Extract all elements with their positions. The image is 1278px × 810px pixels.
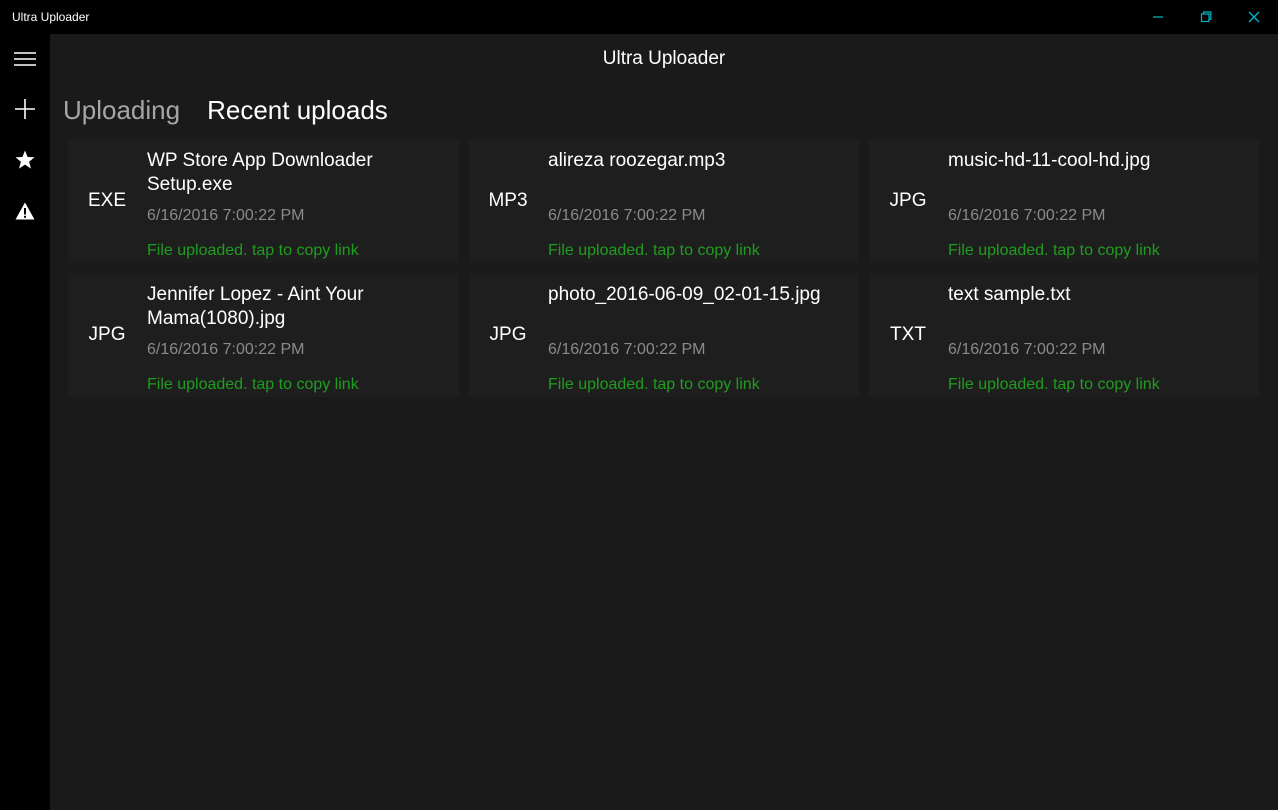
upload-card[interactable]: TXT text sample.txt 6/16/2016 7:00:22 PM… (869, 273, 1259, 397)
file-name: Jennifer Lopez - Aint Your Mama(1080).jp… (147, 284, 364, 329)
upload-card[interactable]: JPG Jennifer Lopez - Aint Your Mama(1080… (68, 273, 459, 397)
upload-status: File uploaded. tap to copy link (147, 242, 359, 259)
upload-date: 6/16/2016 7:00:22 PM (147, 207, 305, 224)
upload-date: 6/16/2016 7:00:22 PM (548, 341, 706, 358)
star-icon (15, 150, 35, 169)
minimize-icon (1153, 16, 1163, 18)
page-title: Ultra Uploader (602, 48, 726, 69)
tab-bar: Uploading Recent uploads (63, 95, 415, 126)
close-button[interactable] (1230, 0, 1278, 34)
upload-date: 6/16/2016 7:00:22 PM (548, 207, 706, 224)
file-type-label: JPG (88, 324, 126, 345)
upload-date: 6/16/2016 7:00:22 PM (948, 341, 1106, 358)
close-icon (1248, 11, 1260, 23)
warning-icon (15, 202, 35, 220)
errors-button[interactable] (0, 186, 50, 236)
hamburger-menu-icon (14, 52, 36, 66)
favorites-button[interactable] (0, 135, 50, 185)
upload-card[interactable]: JPG photo_2016-06-09_02-01-15.jpg 6/16/2… (469, 273, 859, 397)
file-type-label: MP3 (488, 190, 528, 211)
upload-card[interactable]: EXE WP Store App Downloader Setup.exe 6/… (68, 139, 459, 263)
plus-icon (15, 99, 35, 119)
add-upload-button[interactable] (0, 84, 50, 134)
restore-icon (1200, 11, 1212, 23)
navigation-rail (0, 34, 50, 810)
window-controls (1134, 0, 1278, 34)
menu-button[interactable] (0, 34, 50, 84)
upload-status: File uploaded. tap to copy link (948, 242, 1160, 259)
upload-status: File uploaded. tap to copy link (548, 242, 760, 259)
upload-status: File uploaded. tap to copy link (948, 376, 1160, 393)
file-type-label: JPG (489, 324, 527, 345)
upload-status: File uploaded. tap to copy link (147, 376, 359, 393)
window-title: Ultra Uploader (12, 10, 90, 24)
file-name: alireza roozegar.mp3 (548, 150, 726, 171)
file-type-label: TXT (890, 324, 926, 345)
tab-recent-uploads[interactable]: Recent uploads (207, 95, 388, 126)
app-window: Ultra Uploader Ultra Uploader Uploading … (0, 0, 1278, 810)
recent-uploads-grid: EXE WP Store App Downloader Setup.exe 6/… (68, 139, 1260, 397)
file-name: text sample.txt (948, 284, 1071, 305)
file-type-label: JPG (889, 190, 927, 211)
tab-uploading[interactable]: Uploading (63, 95, 180, 126)
file-name: photo_2016-06-09_02-01-15.jpg (548, 284, 821, 305)
upload-card[interactable]: MP3 alireza roozegar.mp3 6/16/2016 7:00:… (469, 139, 859, 263)
upload-date: 6/16/2016 7:00:22 PM (948, 207, 1106, 224)
upload-date: 6/16/2016 7:00:22 PM (147, 341, 305, 358)
title-bar: Ultra Uploader (0, 0, 1278, 34)
restore-button[interactable] (1182, 0, 1230, 34)
upload-status: File uploaded. tap to copy link (548, 376, 760, 393)
upload-card[interactable]: JPG music-hd-11-cool-hd.jpg 6/16/2016 7:… (869, 139, 1259, 263)
minimize-button[interactable] (1134, 0, 1182, 34)
file-name: music-hd-11-cool-hd.jpg (948, 150, 1151, 171)
file-type-label: EXE (87, 190, 127, 211)
file-name: WP Store App Downloader Setup.exe (147, 150, 373, 195)
